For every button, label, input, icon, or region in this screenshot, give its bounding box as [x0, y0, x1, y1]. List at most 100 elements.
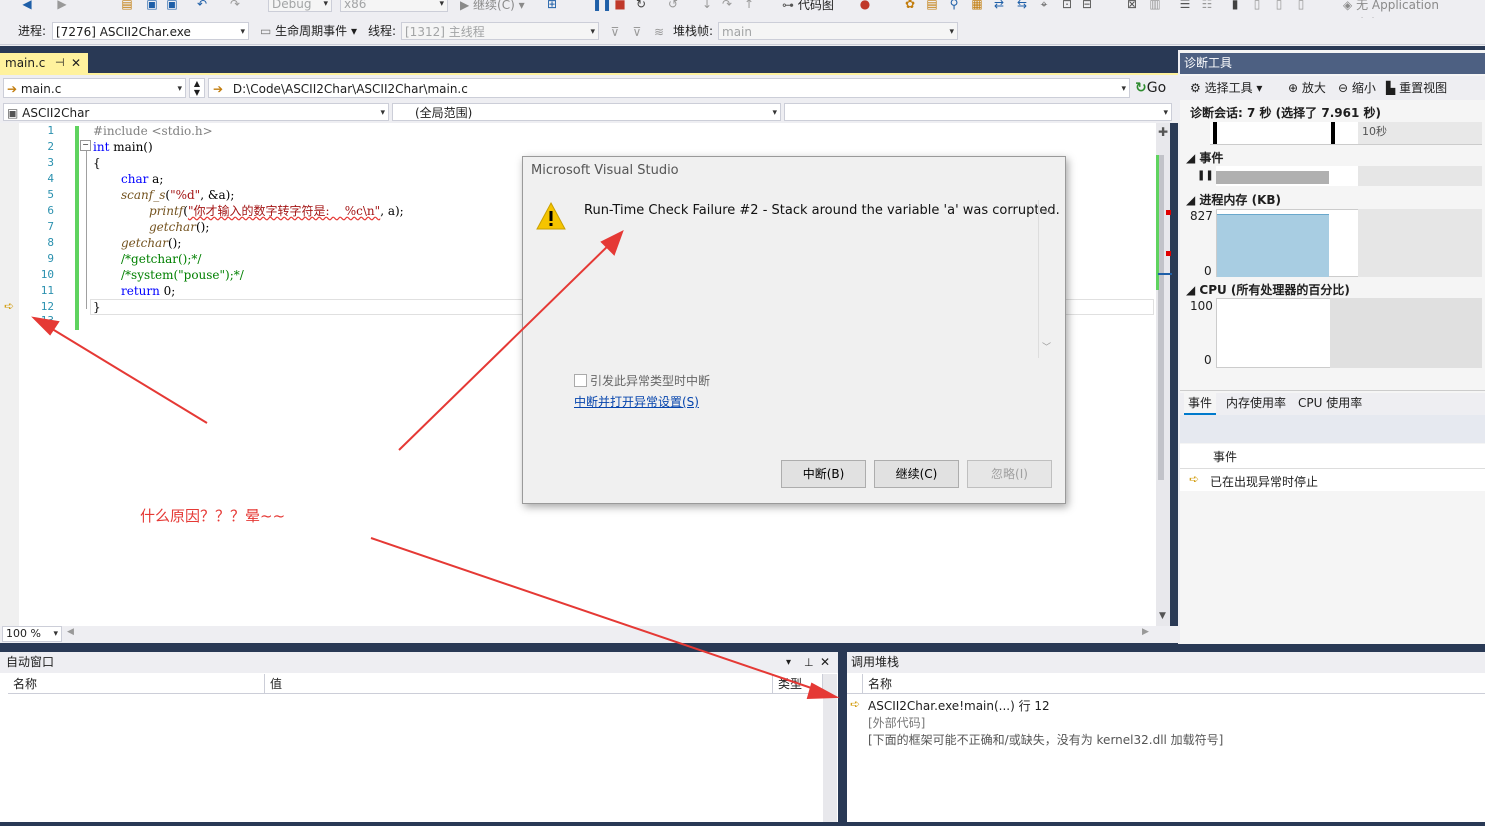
step-into-icon[interactable]: ↓	[700, 0, 714, 11]
events-header[interactable]: ◢ 事件	[1186, 149, 1223, 166]
breakpoint-gutter[interactable]	[0, 123, 19, 626]
save-all-icon[interactable]: ▣	[165, 0, 179, 11]
bookmark-next-icon[interactable]: ▯	[1272, 0, 1286, 11]
tool-icon-10[interactable]: ▥	[1148, 0, 1162, 11]
path-combo[interactable]: ➔ D:\Code\ASCII2Char\ASCII2Char\main.c ▾	[208, 78, 1130, 98]
open-icon[interactable]: ▤	[120, 0, 134, 11]
tool-icon-8[interactable]: ⊟	[1080, 0, 1094, 11]
scope-combo[interactable]: (全局范围) ▾	[392, 103, 781, 121]
pin-icon[interactable]: ⊥	[804, 652, 814, 673]
back-icon[interactable]: ◀	[20, 0, 34, 11]
project-combo[interactable]: ▣ ASCII2Char ▾	[3, 103, 389, 121]
event-row[interactable]: ➪ 已在出现异常时停止	[1180, 469, 1485, 491]
save-icon[interactable]: ▣	[145, 0, 159, 11]
stop-icon[interactable]: ■	[613, 0, 627, 11]
dialog-scrollbar[interactable]: ︿ ﹀	[1038, 200, 1055, 358]
scroll-down-icon[interactable]: ▼	[1159, 611, 1166, 621]
continue-button[interactable]: ▶ 继续(C) ▾	[460, 0, 525, 14]
zoom-in-button[interactable]: ⊕ 放大	[1288, 79, 1326, 97]
pause-icon[interactable]: ❚❚	[592, 0, 612, 11]
bookmark-clear-icon[interactable]: ▯	[1294, 0, 1308, 11]
close-icon[interactable]: ✕	[820, 652, 830, 673]
select-tool-button[interactable]: ⚙ 选择工具 ▾	[1190, 79, 1262, 97]
split-icon[interactable]: ✚	[1158, 125, 1168, 139]
show-next-icon[interactable]: ↺	[666, 0, 680, 11]
tab-main-c[interactable]: main.c ⊣ ✕	[0, 53, 88, 73]
tool-icon-9[interactable]: ⊠	[1125, 0, 1139, 11]
exception-settings-link[interactable]: 中断并打开异常设置(S)	[574, 393, 699, 410]
go-button[interactable]: ↻Go	[1135, 78, 1166, 98]
redo-icon[interactable]: ↷	[228, 0, 242, 11]
process-label: 进程:	[18, 24, 47, 38]
ignore-button[interactable]: 忽略(I)	[967, 460, 1052, 488]
tab-events[interactable]: 事件	[1184, 393, 1217, 415]
chevron-up-icon[interactable]: ︿	[1042, 203, 1051, 216]
dropdown-icon[interactable]: ▾	[786, 652, 791, 673]
comment-icon[interactable]: ☰	[1178, 0, 1192, 11]
filter-toggle-icon[interactable]: ⊽	[630, 25, 644, 39]
chevron-down-icon[interactable]: ﹀	[1042, 340, 1051, 353]
break-button[interactable]: 中断(B)	[781, 460, 866, 488]
platform-combo[interactable]: x86 ▾	[340, 0, 448, 12]
tool-icon-6[interactable]: ⌖	[1037, 0, 1051, 11]
autos-scrollbar[interactable]	[823, 674, 837, 822]
tool-icon-7[interactable]: ⊡	[1060, 0, 1074, 11]
step-over-icon[interactable]: ↷	[720, 0, 734, 11]
restart-icon[interactable]: ↻	[634, 0, 648, 11]
bookmark-prev-icon[interactable]: ▯	[1250, 0, 1264, 11]
continue-button[interactable]: 继续(C)	[874, 460, 959, 488]
collapse-icon[interactable]: −	[80, 140, 91, 151]
undo-icon[interactable]: ↶	[195, 0, 209, 11]
tool-icon-1[interactable]: ✿	[903, 0, 917, 11]
filter-icon[interactable]: ⊽	[608, 25, 622, 39]
member-combo[interactable]: ▾	[784, 103, 1172, 121]
tab-memory-usage[interactable]: 内存使用率	[1226, 393, 1286, 413]
breakpoint-icon[interactable]: ●	[858, 0, 872, 11]
autos-col-type[interactable]: 类型	[773, 674, 823, 694]
break-on-exception-checkbox[interactable]	[574, 374, 587, 387]
application-insights-button[interactable]: ◈ 无 Application Insights	[1343, 0, 1485, 18]
zoom-combo[interactable]: 100 % ▾	[2, 626, 62, 642]
tool-icon-4[interactable]: ⇄	[992, 0, 1006, 11]
thread-combo[interactable]: [1312] 主线程 ▾	[401, 22, 599, 40]
find-icon[interactable]: ⚲	[947, 0, 961, 11]
attach-icon[interactable]: ⊞	[545, 0, 559, 11]
file-combo[interactable]: ➔ main.c ▾	[3, 78, 186, 98]
code-line: getchar();	[149, 220, 210, 234]
config-combo[interactable]: Debug ▾	[268, 0, 332, 12]
autos-col-value[interactable]: 值	[265, 674, 773, 694]
process-combo[interactable]: [7276] ASCII2Char.exe ▾	[52, 22, 249, 40]
scroll-right-icon[interactable]: ▶	[1142, 627, 1149, 637]
codemap-button[interactable]: ⊶ 代码图	[782, 0, 834, 14]
step-out-icon[interactable]: ↑	[742, 0, 756, 11]
callstack-row[interactable]: [外部代码]	[847, 713, 1485, 730]
memory-header[interactable]: ◢ 进程内存 (KB)	[1186, 191, 1281, 208]
flag-threads-icon[interactable]: ≋	[652, 25, 666, 39]
tool-icon-3[interactable]: ▦	[970, 0, 984, 11]
scroll-left-icon[interactable]: ◀	[67, 627, 74, 637]
callstack-row[interactable]: [下面的框架可能不正确和/或缺失，没有为 kernel32.dll 加载符号]	[847, 730, 1485, 747]
cpu-header[interactable]: ◢ CPU (所有处理器的百分比)	[1186, 281, 1350, 298]
stackframe-combo[interactable]: main ▾	[718, 22, 958, 40]
callstack-row[interactable]: ➪ ASCII2Char.exe!main(...) 行 12	[847, 696, 1485, 713]
scope-nav-bar: ▣ ASCII2Char ▾ (全局范围) ▾ ▾	[0, 101, 1178, 123]
code-line: /*system("pouse");*/	[121, 268, 244, 282]
uncomment-icon[interactable]: ☷	[1200, 0, 1214, 11]
tool-icon-2[interactable]: ▤	[925, 0, 939, 11]
autos-col-name[interactable]: 名称	[8, 674, 265, 694]
timeline-handle-end[interactable]	[1331, 122, 1335, 144]
events-col-header[interactable]: 事件	[1180, 444, 1485, 469]
callstack-col-name[interactable]: 名称	[863, 674, 1485, 694]
lifecycle-events-button[interactable]: ▭ 生命周期事件 ▾	[260, 22, 357, 40]
tab-cpu-usage[interactable]: CPU 使用率	[1298, 393, 1362, 413]
close-icon[interactable]: ✕	[71, 53, 81, 73]
zoom-out-icon: ⊖	[1338, 81, 1349, 95]
bookmark-icon[interactable]: ▮	[1228, 0, 1242, 11]
reset-view-button[interactable]: ▙ 重置视图	[1386, 79, 1447, 97]
zoom-out-button[interactable]: ⊖ 缩小	[1338, 79, 1376, 97]
tool-icon-5[interactable]: ⇆	[1015, 0, 1029, 11]
pin-icon[interactable]: ⊣	[55, 53, 65, 73]
forward-icon[interactable]: ▶	[55, 0, 69, 11]
file-spinner[interactable]: ▲ ▼	[189, 78, 205, 98]
timeline-handle-start[interactable]	[1213, 122, 1217, 144]
